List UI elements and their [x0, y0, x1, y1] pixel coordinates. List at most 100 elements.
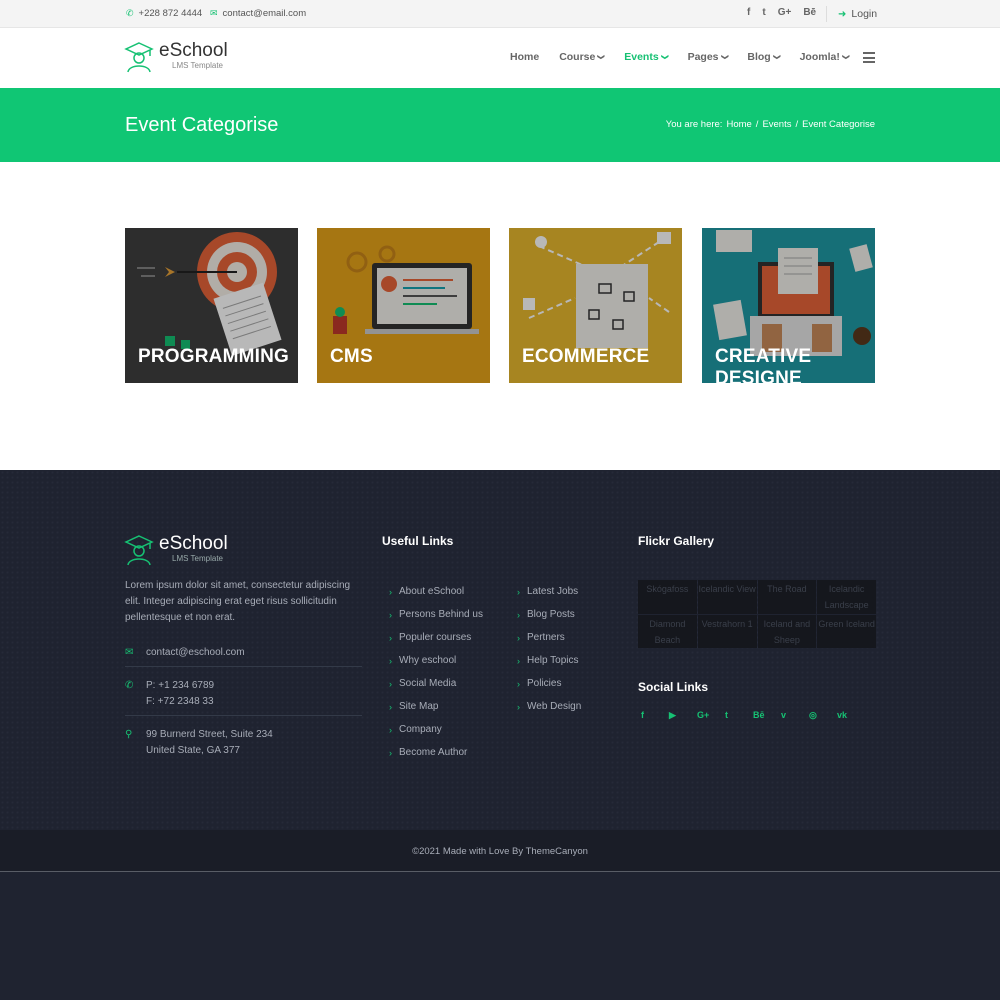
vk-icon[interactable]: vk	[837, 710, 865, 721]
flickr-thumb[interactable]: Icelandic View	[697, 580, 757, 614]
flickr-thumb[interactable]: The Road	[757, 580, 817, 614]
twitter-icon[interactable]: t	[762, 7, 765, 18]
phone-icon: ✆	[126, 8, 134, 18]
useful-links-heading: Useful Links	[382, 534, 454, 548]
footer-link[interactable]: › Web Design	[517, 701, 581, 712]
chevron-right-icon: ›	[517, 655, 520, 666]
breadcrumb-home[interactable]: Home	[726, 119, 751, 130]
chevron-right-icon: ›	[389, 747, 392, 758]
flickr-thumb[interactable]: Vestrahorn 1	[697, 614, 757, 648]
footer-link[interactable]: › About eSchool	[389, 586, 464, 597]
hamburger-menu-icon[interactable]	[863, 52, 875, 66]
nav-pages[interactable]: Pages ❯	[688, 51, 728, 63]
login-link[interactable]: ➜ Login	[838, 8, 877, 20]
login-label[interactable]: Login	[851, 8, 877, 20]
flickr-thumb[interactable]: Iceland and Sheep	[757, 614, 817, 648]
chevron-right-icon: ›	[517, 632, 520, 643]
category-card-ecommerce[interactable]: ECOMMERCE	[509, 228, 682, 383]
breadcrumb-current: Event Categorise	[802, 119, 875, 130]
nav-events-label[interactable]: Events	[624, 51, 658, 63]
top-divider	[826, 6, 827, 22]
footer-phone-1: P: +1 234 6789	[146, 680, 215, 691]
footer-social-icons: f ▶ G+ t Bē v ◎ vk	[641, 710, 865, 721]
footer-link[interactable]: › Company	[389, 724, 442, 735]
chevron-right-icon: ›	[389, 586, 392, 597]
chevron-down-icon: ❯	[772, 54, 780, 60]
main-nav: Home Course ❯ Events ❯ Pages ❯ Blog ❯ Joomla…	[510, 51, 869, 63]
facebook-icon[interactable]: f	[747, 7, 750, 18]
breadcrumb-events[interactable]: Events	[762, 119, 791, 130]
top-bar: ✆ +228 872 4444 ✉ contact@email.com f t …	[0, 0, 1000, 28]
nav-joomla-label[interactable]: Joomla!	[800, 51, 840, 63]
category-label[interactable]: CMS	[330, 346, 373, 368]
footer-email: ✉ contact@eschool.com	[125, 645, 362, 661]
footer-link[interactable]: › Blog Posts	[517, 609, 575, 620]
envelope-icon: ✉	[125, 647, 134, 658]
nav-home[interactable]: Home	[510, 51, 539, 63]
sign-in-icon: ➜	[838, 8, 847, 20]
top-email-text[interactable]: contact@email.com	[223, 8, 307, 19]
chevron-right-icon: ›	[389, 724, 392, 735]
category-card-programming[interactable]: PROGRAMMING	[125, 228, 298, 383]
nav-home-label[interactable]: Home	[510, 51, 539, 63]
flickr-thumb[interactable]: Green Iceland	[817, 614, 876, 648]
chevron-right-icon: ›	[517, 586, 520, 597]
youtube-icon[interactable]: ▶	[669, 710, 697, 721]
breadcrumb: You are here: Home / Events / Event Catego…	[665, 119, 875, 130]
phone-icon: ✆	[125, 680, 134, 691]
footer-link[interactable]: › Social Media	[389, 678, 456, 689]
footer-link[interactable]: › Help Topics	[517, 655, 579, 666]
copyright-text: ©2021 Made with Love By ThemeCanyon	[412, 846, 588, 857]
chevron-right-icon: ›	[389, 655, 392, 666]
flickr-thumb[interactable]: Skógafoss	[638, 580, 697, 614]
flickr-heading: Flickr Gallery	[638, 534, 715, 548]
category-label[interactable]: CREATIVE DESIGNE	[715, 346, 875, 383]
category-label[interactable]: PROGRAMMING	[138, 346, 289, 368]
flickr-thumb[interactable]: Diamond Beach	[638, 614, 697, 648]
logo[interactable]: eSchool LMS Template	[124, 41, 228, 73]
footer-link[interactable]: › Become Author	[389, 747, 467, 758]
footer-link[interactable]: › Persons Behind us	[389, 609, 483, 620]
top-email[interactable]: ✉ contact@email.com	[210, 8, 306, 19]
main-content: PROGRAMMING CMS ECOMMERCE CREATIVE DESIG…	[0, 162, 1000, 470]
brand-name: eSchool	[159, 40, 228, 61]
footer-link[interactable]: › Why eschool	[389, 655, 456, 666]
page-bottom	[0, 873, 1000, 1000]
nav-joomla[interactable]: Joomla! ❯	[800, 51, 849, 63]
vimeo-icon[interactable]: v	[781, 710, 809, 721]
chevron-down-icon: ❯	[841, 54, 849, 60]
google-plus-icon[interactable]: G+	[697, 710, 725, 721]
nav-blog-label[interactable]: Blog	[747, 51, 770, 63]
nav-blog[interactable]: Blog ❯	[747, 51, 779, 63]
dribbble-icon[interactable]: ◎	[809, 710, 837, 721]
nav-course[interactable]: Course ❯	[559, 51, 604, 63]
footer-link[interactable]: › Populer courses	[389, 632, 471, 643]
google-plus-icon[interactable]: G+	[778, 7, 792, 18]
chevron-down-icon: ❯	[660, 54, 668, 60]
footer-address: ⚲ 99 Burnerd Street, Suite 234 United St…	[125, 727, 362, 759]
footer-link[interactable]: › Site Map	[389, 701, 438, 712]
nav-events[interactable]: Events ❯	[624, 51, 667, 63]
facebook-icon[interactable]: f	[641, 710, 669, 721]
footer-email-text[interactable]: contact@eschool.com	[146, 645, 245, 661]
category-card-creative-designe[interactable]: CREATIVE DESIGNE	[702, 228, 875, 383]
twitter-icon[interactable]: t	[725, 710, 753, 721]
brand-tagline: LMS Template	[172, 61, 223, 70]
footer-link[interactable]: › Latest Jobs	[517, 586, 578, 597]
behance-icon[interactable]: Bē	[753, 710, 781, 721]
category-card-cms[interactable]: CMS	[317, 228, 490, 383]
category-label[interactable]: ECOMMERCE	[522, 346, 649, 368]
nav-pages-label[interactable]: Pages	[688, 51, 719, 63]
footer-brand-name: eSchool	[159, 533, 228, 554]
map-marker-icon: ⚲	[125, 729, 133, 740]
footer-link[interactable]: › Policies	[517, 678, 561, 689]
site-footer: eSchool LMS Template Lorem ipsum dolor s…	[0, 470, 1000, 830]
nav-course-label[interactable]: Course	[559, 51, 595, 63]
flickr-gallery: Skógafoss Icelandic View The Road Icelan…	[638, 580, 876, 648]
behance-icon[interactable]: Bē	[803, 7, 816, 18]
footer-logo[interactable]: eSchool LMS Template	[124, 534, 228, 566]
chevron-right-icon: ›	[517, 678, 520, 689]
footer-link[interactable]: › Pertners	[517, 632, 565, 643]
flickr-thumb[interactable]: Icelandic Landscape	[817, 580, 876, 614]
breadcrumb-prefix: You are here:	[665, 119, 723, 130]
